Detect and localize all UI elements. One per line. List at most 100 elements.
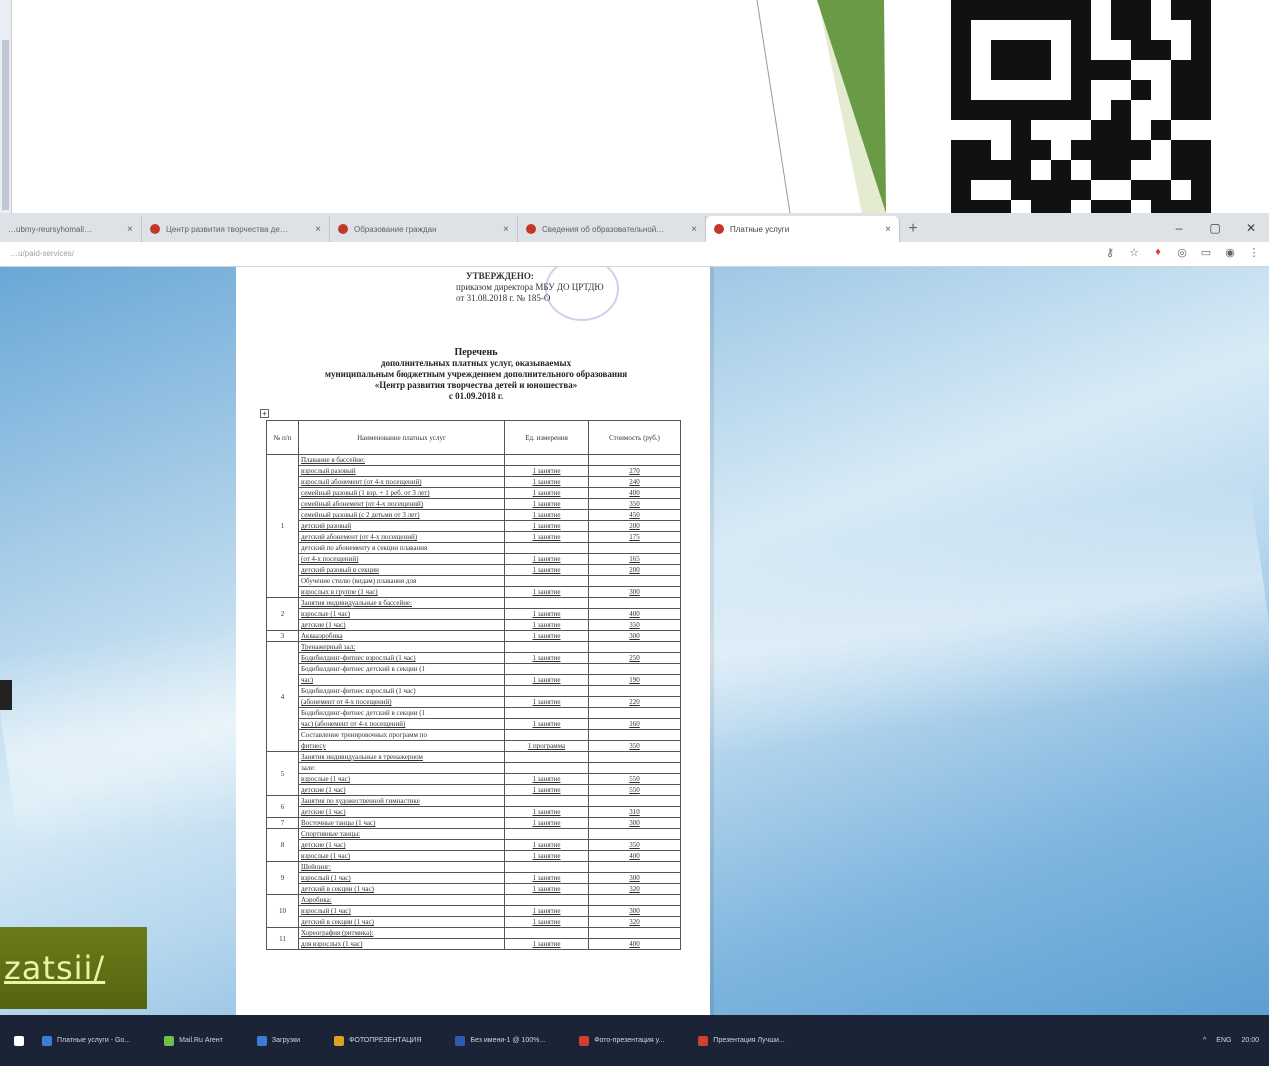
taskbar-app-label: Платные услуги - Go...: [57, 1037, 131, 1044]
cell-name: Шейпинг:: [298, 861, 505, 873]
extension-icon[interactable]: ♦: [1151, 246, 1165, 259]
tab-4[interactable]: Сведения об образовательной… ×: [518, 216, 706, 242]
cell-name: Занятия по художественной гимнастике: [298, 795, 505, 807]
system-tray: ^ ENG 20:00: [1203, 1015, 1259, 1066]
new-tab-button[interactable]: +: [900, 216, 926, 242]
close-icon[interactable]: ×: [877, 224, 891, 235]
table-expand-icon[interactable]: +: [260, 409, 269, 418]
taskbar-app-label: Без имени-1 @ 100%...: [470, 1037, 546, 1044]
cell-price: 270: [588, 465, 681, 477]
tab-3[interactable]: Образование граждан ×: [330, 216, 518, 242]
cell-unit: [504, 707, 589, 719]
close-icon[interactable]: ×: [119, 224, 133, 235]
table-row: Бодибилдинг-фитнес взрослый (1 час) 1 зан…: [267, 652, 681, 664]
cell-unit: 1 занятие: [504, 586, 589, 598]
cell-price: 300: [588, 586, 681, 598]
table-row: 7 Восточные танцы (1 час) 1 занятие 300: [266, 817, 681, 829]
close-icon[interactable]: ×: [307, 224, 321, 235]
table-row: для взрослых (1 час) 1 занятие 400: [267, 938, 681, 950]
taskbar-app[interactable]: ФОТОПРЕЗЕНТАЦИЯ: [334, 1035, 422, 1046]
cell-name: Бодибилдинг-фитнес взрослый (1 час): [298, 652, 505, 664]
tab-2[interactable]: Центр развития творчества де… ×: [142, 216, 330, 242]
cell-price: [588, 795, 681, 807]
menu-icon[interactable]: ⋮: [1247, 246, 1261, 259]
cell-price: [588, 751, 681, 763]
row-number: 4: [266, 641, 299, 752]
table-row: Бодибилдинг-фитнес взрослый (1 час): [267, 685, 681, 697]
taskbar-app[interactable]: Презентация Лучши...: [698, 1035, 785, 1046]
heading-line: муниципальным бюджетным учреждением допо…: [324, 369, 628, 379]
cell-name: Спортивные танцы:: [298, 828, 505, 840]
star-icon[interactable]: ☆: [1127, 246, 1141, 259]
taskbar-app[interactable]: Фото-презентация у...: [579, 1035, 664, 1046]
cell-name: взрослый абонемент (от 4-х посещений): [298, 476, 505, 488]
col-header-num: № п/п: [266, 420, 299, 455]
app-icon: [334, 1035, 345, 1046]
app-icon: [256, 1035, 267, 1046]
close-icon[interactable]: ×: [683, 224, 697, 235]
tray-expand-icon[interactable]: ^: [1203, 1037, 1206, 1044]
cell-price: [588, 927, 681, 939]
row-number: 10: [266, 894, 299, 928]
clock[interactable]: 20:00: [1241, 1037, 1259, 1044]
cell-name: Плавание в бассейне:: [298, 454, 505, 466]
close-window-button[interactable]: ✕: [1233, 213, 1269, 242]
app-icon: [42, 1035, 52, 1046]
cell-unit: 1 занятие: [504, 630, 589, 642]
cell-name: час) (абонемент от 4-х посещений): [298, 718, 505, 730]
cell-name: взрослые (1 час): [298, 850, 505, 862]
table-row: 1 Плавание в бассейне:: [266, 454, 681, 598]
cell-unit: [504, 751, 589, 763]
cell-name: Хореография (ритмика):: [298, 927, 505, 939]
cell-name: взрослые (1 час): [298, 773, 505, 785]
cell-price: [588, 641, 681, 653]
close-icon[interactable]: ×: [495, 224, 509, 235]
cell-unit: 1 занятие: [504, 619, 589, 631]
cell-name: детский в секции (1 час): [298, 916, 505, 928]
start-button[interactable]: [14, 1035, 24, 1046]
cell-name: для взрослых (1 час): [298, 938, 505, 950]
approval-line: приказом директора МБУ ДО ЦРТДЮ: [456, 282, 604, 292]
table-row: Обучение стилю (видам) плавания для: [267, 575, 681, 587]
tab-active-paid-services[interactable]: Платные услуги ×: [706, 216, 900, 242]
taskbar-app[interactable]: Платные услуги - Go...: [42, 1035, 131, 1046]
slide-link-box[interactable]: zatsii/: [0, 927, 147, 1009]
key-icon[interactable]: ⚷: [1103, 246, 1117, 259]
taskbar-app[interactable]: Mail.Ru Агент: [164, 1035, 223, 1046]
cast-icon[interactable]: ▭: [1199, 246, 1213, 259]
cell-name: детский разовый в секции: [298, 564, 505, 576]
left-dark-edge: [0, 680, 12, 710]
url-field[interactable]: …u/paid-services/: [10, 249, 74, 258]
cell-name: детский в секции (1 час): [298, 883, 505, 895]
cell-name: час): [298, 674, 505, 686]
maximize-button[interactable]: ▢: [1197, 213, 1233, 242]
cell-price: [588, 762, 681, 774]
language-indicator[interactable]: ENG: [1216, 1037, 1231, 1044]
minimize-button[interactable]: –: [1161, 213, 1197, 242]
profile-icon[interactable]: ◉: [1223, 246, 1237, 259]
cell-unit: 1 занятие: [504, 938, 589, 950]
cell-price: 300: [588, 905, 681, 917]
taskbar-app[interactable]: Без имени-1 @ 100%...: [455, 1035, 546, 1046]
pdf-viewer: УТВЕРЖДЕНО: приказом директора МБУ ДО ЦР…: [0, 267, 1269, 1015]
col-header-price: Стоимость (руб.): [588, 420, 681, 455]
cell-price: 220: [588, 696, 681, 708]
cell-unit: 1 занятие: [504, 718, 589, 730]
price-table: № п/п Наименование платных услуг Ед. изм…: [266, 420, 681, 950]
extension-icon[interactable]: ◎: [1175, 246, 1189, 259]
taskbar-app-label: ФОТОПРЕЗЕНТАЦИЯ: [349, 1037, 422, 1044]
cell-unit: [504, 795, 589, 807]
cell-price: 400: [588, 487, 681, 499]
taskbar-app[interactable]: Загрузки: [256, 1035, 300, 1046]
table-row: детские (1 час) 1 занятие 350: [267, 839, 681, 851]
table-row: детские (1 час) 1 занятие 350: [267, 619, 681, 631]
table-row: взрослый разовый 1 занятие 270: [267, 465, 681, 477]
slide-link[interactable]: zatsii/: [4, 949, 105, 987]
favicon-icon: [338, 224, 348, 234]
table-row: 6 Занятия по художественной гимнастике: [266, 795, 681, 818]
cell-unit: [504, 454, 589, 466]
cell-unit: 1 занятие: [504, 872, 589, 884]
tab-1[interactable]: …ubmy-reursyhomali… ×: [0, 216, 142, 242]
cell-name: Занятия индивидуальные в тренажерном: [298, 751, 505, 763]
taskbar-app-label: Mail.Ru Агент: [179, 1037, 223, 1044]
